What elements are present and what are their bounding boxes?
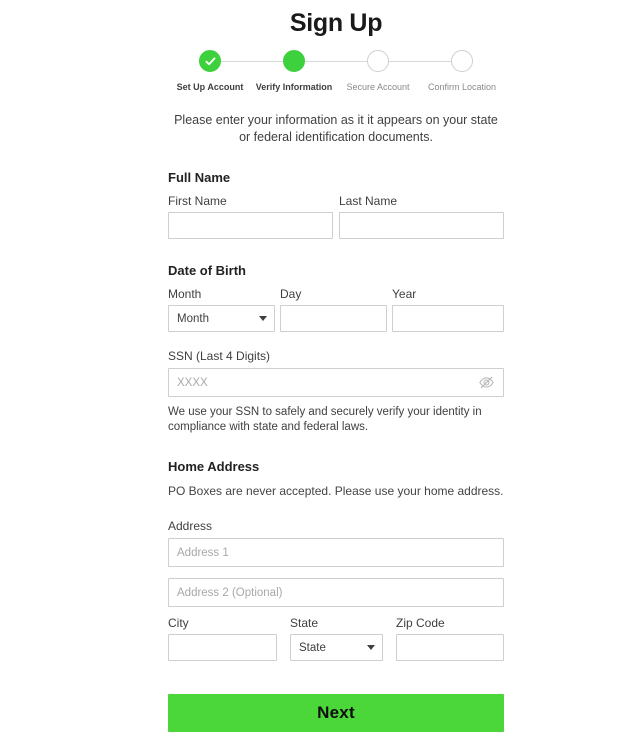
ssn-group: SSN (Last 4 Digits) We use your SSN to s… [168,349,504,435]
next-button[interactable]: Next [168,694,504,732]
city-group: City [168,616,277,661]
city-input[interactable] [168,634,277,661]
dob-month-group: Month Month [168,287,276,332]
progress-stepper: Set Up Account Verify Information Secure… [168,50,504,100]
state-select[interactable]: State [290,634,383,661]
stepper-step-set-up-account[interactable]: Set Up Account [168,50,252,93]
intro-text: Please enter your information as it it a… [174,113,498,144]
stepper-dot-pending [451,50,473,72]
dob-day-input[interactable] [280,305,388,332]
stepper-dot-pending [367,50,389,72]
dob-day-group: Day [280,287,388,332]
full-name-row: First Name Last Name [168,194,504,239]
zip-code-label: Zip Code [396,616,445,630]
stepper-step-secure-account[interactable]: Secure Account [336,50,420,93]
eye-slash-icon[interactable] [478,374,495,391]
state-group: State State [290,616,383,661]
date-of-birth-row: Month Month Day Year [168,287,504,332]
first-name-input[interactable] [168,212,333,239]
stepper-label: Set Up Account [176,82,244,92]
stepper-dot-active [283,50,305,72]
dob-year-group: Year [392,287,504,332]
ssn-label: SSN (Last 4 Digits) [168,349,271,363]
last-name-group: Last Name [339,194,504,239]
stepper-step-verify-information[interactable]: Verify Information [252,50,336,93]
section-title-full-name: Full Name [168,170,231,185]
state-label: State [290,616,319,630]
home-address-note: PO Boxes are never accepted. Please use … [168,484,504,498]
section-title-date-of-birth: Date of Birth [168,263,246,278]
dob-month-label: Month [168,287,202,301]
zip-code-input[interactable] [396,634,504,661]
last-name-input[interactable] [339,212,504,239]
stepper-label: Verify Information [255,82,333,92]
zip-code-group: Zip Code [396,616,504,661]
first-name-label: First Name [168,194,227,208]
address-label: Address [168,519,213,533]
last-name-label: Last Name [339,194,398,208]
stepper-label: Confirm Location [427,82,497,92]
stepper-label: Secure Account [346,82,410,92]
dob-year-input[interactable] [392,305,504,332]
ssn-input[interactable] [168,368,504,397]
dob-day-label: Day [280,287,302,301]
signup-page: Sign Up Set Up Account Verify Informatio… [0,0,624,733]
ssn-helper-text: We use your SSN to safely and securely v… [168,406,482,433]
city-state-zip-row: City State State Zip Code [168,616,504,661]
address-group: Address [168,519,504,607]
dob-year-label: Year [392,287,417,301]
city-label: City [168,616,189,630]
page-title: Sign Up [289,9,383,37]
first-name-group: First Name [168,194,333,239]
check-icon [204,56,215,65]
stepper-step-confirm-location[interactable]: Confirm Location [420,50,504,93]
section-title-home-address: Home Address [168,459,260,474]
signup-form-container: Sign Up Set Up Account Verify Informatio… [168,0,504,732]
dob-month-select[interactable]: Month [168,305,276,332]
address-line-1-input[interactable] [168,538,504,567]
stepper-dot-completed [199,50,221,72]
address-line-2-input[interactable] [168,578,504,607]
